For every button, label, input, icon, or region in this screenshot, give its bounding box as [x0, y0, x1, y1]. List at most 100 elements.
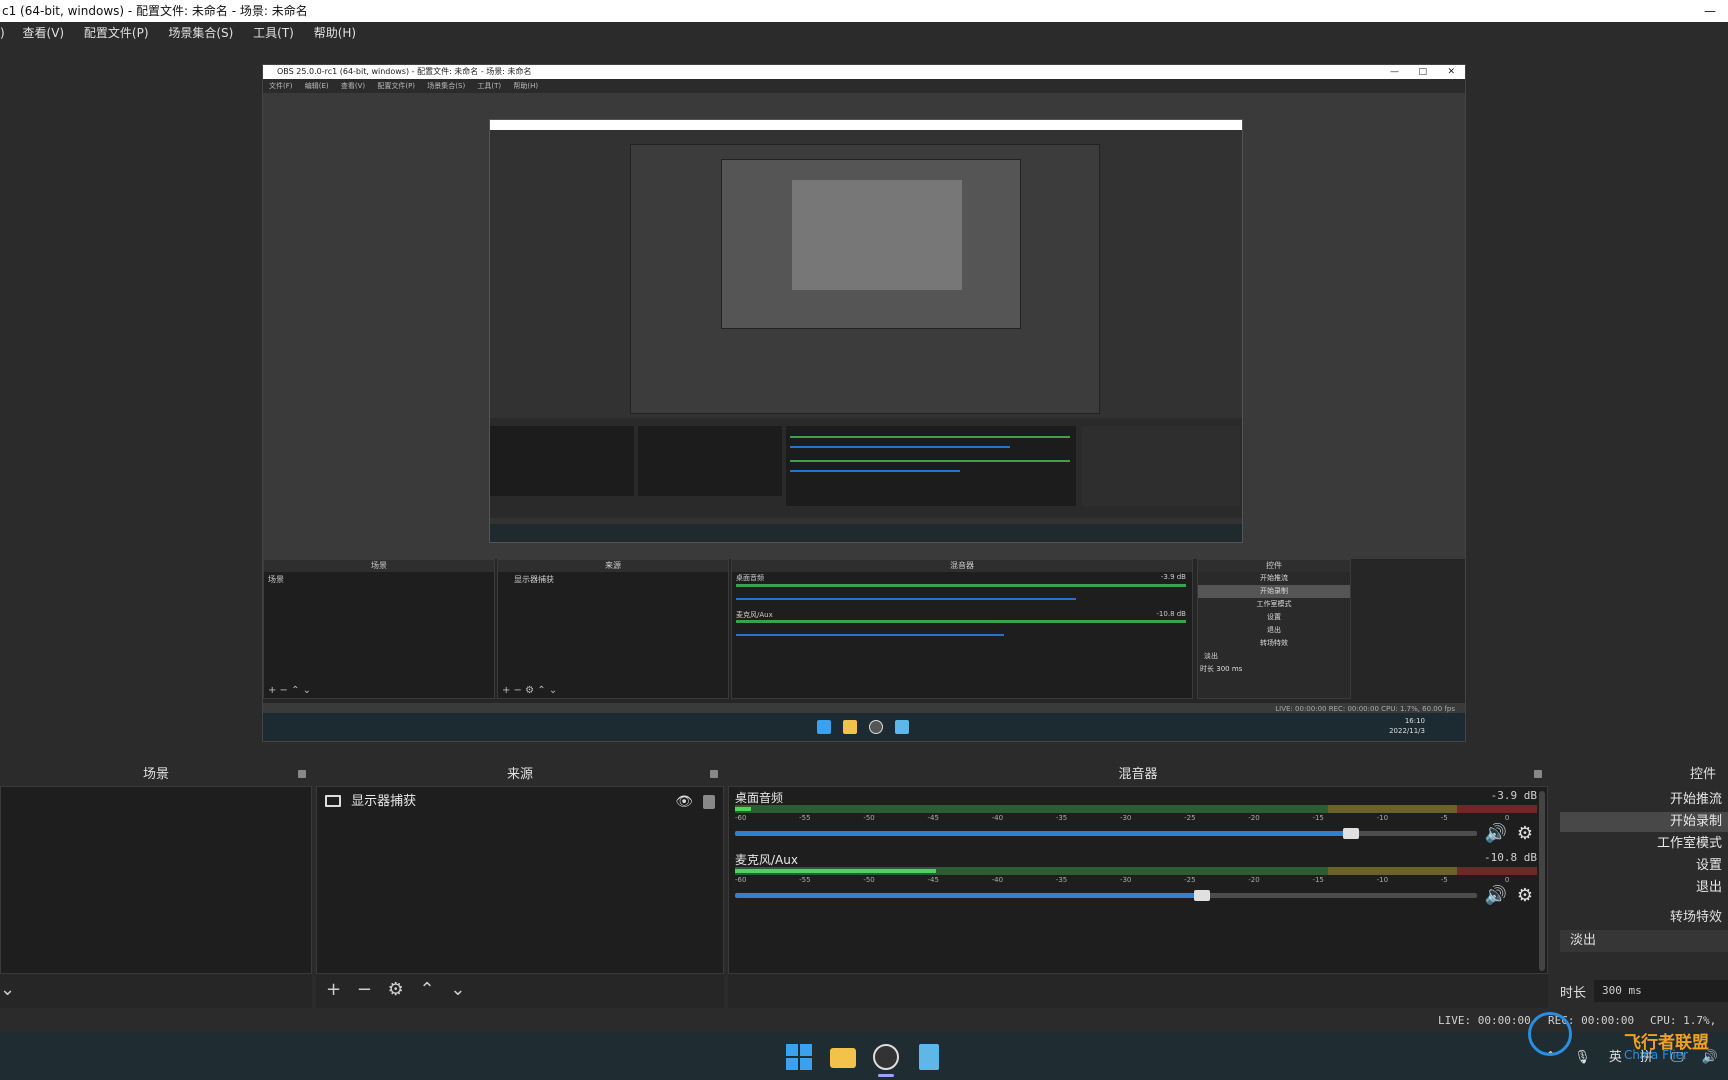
slider-handle[interactable]: [1194, 890, 1211, 901]
move-up-icon[interactable]: ⌃: [420, 976, 435, 1004]
slider-fill: [735, 893, 1203, 898]
mixer-header: 混音器: [728, 764, 1548, 786]
nested-maximize-icon: □: [1418, 67, 1427, 77]
channel-name: 麦克风/Aux: [735, 853, 798, 867]
meter-level: [735, 869, 936, 873]
controls-header: 控件: [1552, 764, 1728, 786]
nested-fade: 淡出: [1204, 652, 1218, 660]
duration-label: 时长: [1560, 986, 1587, 1001]
meter-tick-label: 0: [1504, 876, 1510, 884]
nested-inner-preview-2: [721, 159, 1021, 329]
volume-slider[interactable]: [735, 828, 1477, 839]
move-down-icon[interactable]: ⌄: [0, 976, 15, 1004]
gear-icon[interactable]: ⚙: [388, 976, 404, 1004]
scenes-header: 场景: [0, 764, 312, 786]
menu-help[interactable]: 帮助(H): [306, 22, 364, 44]
nested-title-bar: OBS 25.0.0-rc1 (64-bit, windows) - 配置文件:…: [263, 65, 1465, 79]
nested-minimize-icon: —: [1390, 67, 1399, 77]
mixer-title: 混音器: [1118, 767, 1158, 782]
mixer-channel-desktop: 桌面音频 -3.9 dB -60 -55 -50 -45 -40 -35 -30 -25 -20…: [733, 789, 1537, 849]
source-item[interactable]: 显示器捕获 👁: [321, 791, 719, 813]
menu-bar: ) 查看(V) 配置文件(P) 场景集合(S) 工具(T) 帮助(H): [0, 22, 1728, 44]
studio-mode-button[interactable]: 工作室模式: [1560, 834, 1728, 854]
dock-float-icon[interactable]: [1534, 770, 1542, 778]
windows-start-icon[interactable]: [786, 1044, 812, 1070]
meter-tick-label: -55: [799, 814, 811, 822]
nested-ctrl: 退出: [1267, 626, 1281, 634]
nested-db2: -10.8 dB: [1156, 610, 1186, 618]
menu-scene-collection[interactable]: 场景集合(S): [160, 22, 241, 44]
remove-icon[interactable]: −: [357, 976, 372, 1004]
nested-mic: 麦克风/Aux: [736, 611, 773, 619]
nested-menu-item: 帮助(H): [513, 82, 539, 90]
gear-icon[interactable]: ⚙: [1517, 823, 1533, 844]
notepad-icon[interactable]: [919, 1044, 939, 1070]
dock-float-icon[interactable]: [710, 770, 718, 778]
nested-sources-header: 来源: [498, 560, 728, 572]
add-icon[interactable]: +: [326, 976, 341, 1004]
nested-taskbar: 16:10 2022/11/3: [263, 713, 1465, 741]
eye-icon[interactable]: 👁: [675, 791, 693, 813]
nested-inner-docks: [490, 418, 1242, 518]
nested-inner-window: [489, 119, 1243, 543]
window-title-bar: c1 (64-bit, windows) - 配置文件: 未命名 - 场景: 未…: [0, 0, 1728, 22]
scenes-title: 场景: [142, 767, 169, 782]
start-recording-button[interactable]: 开始录制: [1560, 812, 1728, 832]
mixer-scrollbar[interactable]: [1539, 791, 1545, 971]
nested-scenes-dock: 场景 场景 + − ⌃ ⌄: [263, 559, 495, 699]
duration-input[interactable]: 300 ms: [1594, 980, 1728, 1002]
meter-tick-label: -55: [799, 876, 811, 884]
preview-area[interactable]: OBS 25.0.0-rc1 (64-bit, windows) - 配置文件:…: [0, 48, 1728, 756]
obs-icon[interactable]: [873, 1044, 899, 1070]
nested-inner-preview-3: [792, 180, 962, 290]
mixer-dock: 混音器 桌面音频 -3.9 dB -60 -55 -50 -45 -40 -35 -30 -2…: [728, 764, 1548, 1008]
lock-icon[interactable]: [703, 795, 715, 809]
menu-profile[interactable]: 配置文件(P): [76, 22, 157, 44]
gear-icon[interactable]: ⚙: [1517, 885, 1533, 906]
nested-slider-1: [736, 598, 1076, 600]
nested-clock-date: 2022/11/3: [1389, 727, 1425, 735]
nested-close-icon: ✕: [1447, 67, 1455, 77]
active-app-indicator: [878, 1074, 894, 1077]
status-bar: LIVE: 00:00:00 REC: 00:00:00 CPU: 1.7%, …: [0, 1010, 1728, 1049]
mixer-body: 桌面音频 -3.9 dB -60 -55 -50 -45 -40 -35 -30 -25 -20…: [728, 786, 1548, 974]
nested-title: OBS 25.0.0-rc1 (64-bit, windows) - 配置文件:…: [277, 67, 532, 76]
nested-menu-item: 配置文件(P): [377, 82, 416, 90]
nested-mixer-header: 混音器: [732, 560, 1192, 572]
folder-icon[interactable]: [830, 1048, 856, 1068]
minimize-button[interactable]: —: [1700, 0, 1720, 22]
nested-windows-icon: [817, 720, 831, 734]
meter-tick-label: -45: [927, 814, 939, 822]
speaker-icon[interactable]: 🔊: [1485, 885, 1507, 906]
nested-slider-2: [736, 634, 1004, 636]
dock-float-icon[interactable]: [298, 770, 306, 778]
menu-view[interactable]: 查看(V): [15, 22, 73, 44]
nested-menu-item: 场景集合(S): [427, 82, 466, 90]
meter-ticks: -60 -55 -50 -45 -40 -35 -30 -25 -20 -15 -10 -5 0: [735, 814, 1537, 824]
nested-duration-label: 时长: [1200, 665, 1214, 673]
nested-docks: 场景 场景 + − ⌃ ⌄ 来源 显示器捕获 + − ⚙ ⌃ ⌄ 混音器 桌面音…: [263, 559, 1465, 703]
slider-handle[interactable]: [1342, 828, 1359, 839]
nested-duration: 300 ms: [1216, 665, 1243, 673]
nested-clock-time: 16:10: [1404, 717, 1425, 725]
start-streaming-button[interactable]: 开始推流: [1560, 790, 1728, 810]
transition-select[interactable]: 淡出: [1560, 930, 1728, 952]
meter-tick-label: -15: [1312, 814, 1324, 822]
nested-inner-preview: [630, 144, 1100, 414]
menu-tools[interactable]: 工具(T): [245, 22, 302, 44]
settings-button[interactable]: 设置: [1560, 856, 1728, 876]
volume-meter: [735, 805, 1537, 813]
nested-status: LIVE: 00:00:00 REC: 00:00:00 CPU: 1.7%, …: [1275, 705, 1455, 713]
volume-slider[interactable]: [735, 890, 1477, 901]
exit-button[interactable]: 退出: [1560, 878, 1728, 898]
scenes-toolbar: ⌄: [0, 976, 312, 1004]
scenes-list[interactable]: [0, 786, 312, 974]
menu-partial[interactable]: ): [0, 22, 11, 44]
nested-meter-1: [736, 584, 1186, 587]
meter-tick-label: -25: [1184, 814, 1196, 822]
sources-list[interactable]: 显示器捕获 👁: [316, 786, 724, 974]
channel-db: -10.8 dB: [1484, 851, 1537, 864]
nested-ctrl: 工作室模式: [1256, 600, 1292, 608]
move-down-icon[interactable]: ⌄: [450, 976, 465, 1004]
speaker-icon[interactable]: 🔊: [1485, 823, 1507, 844]
